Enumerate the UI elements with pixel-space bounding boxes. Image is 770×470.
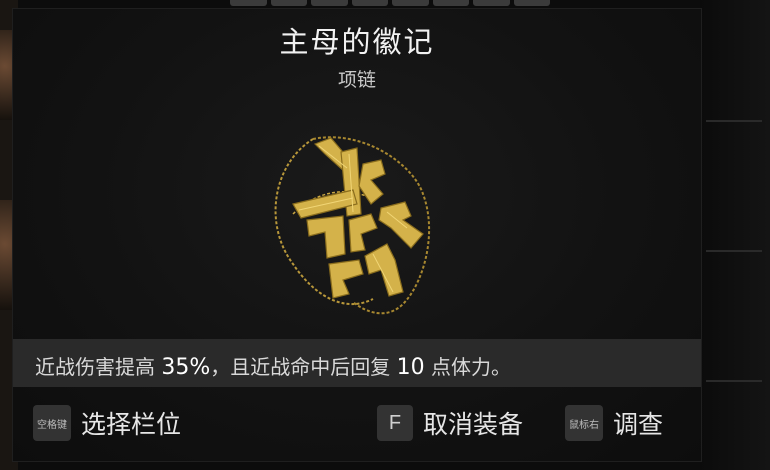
effect-description: 近战伤害提高 35%，且近战命中后回复 10 点体力。: [35, 351, 511, 380]
necklace-emblem-icon: [253, 124, 463, 329]
item-type: 项链: [337, 69, 376, 91]
stamina-restore-value: 10: [396, 355, 425, 380]
inspect-label: 调查: [613, 410, 664, 439]
select-slot-action[interactable]: 空格键 选择栏位: [33, 405, 181, 441]
unequip-action[interactable]: F 取消装备: [377, 405, 523, 441]
melee-damage-value: 35%: [161, 355, 211, 380]
right-mouse-key-icon: 鼠标右: [565, 405, 603, 441]
inspect-action[interactable]: 鼠标右 调查: [565, 405, 663, 441]
description-text: 近战伤害提高: [35, 355, 162, 379]
f-key-icon: F: [377, 405, 413, 441]
description-text: 点体力。: [424, 355, 511, 379]
side-panel-edge: [700, 0, 770, 470]
select-slot-label: 选择栏位: [81, 410, 182, 439]
effect-description-bar: 近战伤害提高 35%，且近战命中后回复 10 点体力。: [13, 339, 701, 387]
top-slot-strip: [230, 0, 550, 6]
item-detail-panel: 主母的徽记 项链 近战伤害提高 35%，且近战命中后回复 10 点体力。 空格键…: [12, 8, 702, 462]
action-prompts: 空格键 选择栏位 F 取消装备 鼠标右 调查: [13, 397, 701, 447]
item-name: 主母的徽记: [279, 25, 435, 59]
description-text: ，且近战命中后回复: [210, 355, 397, 379]
space-key-icon: 空格键: [33, 405, 71, 441]
unequip-label: 取消装备: [423, 410, 524, 439]
